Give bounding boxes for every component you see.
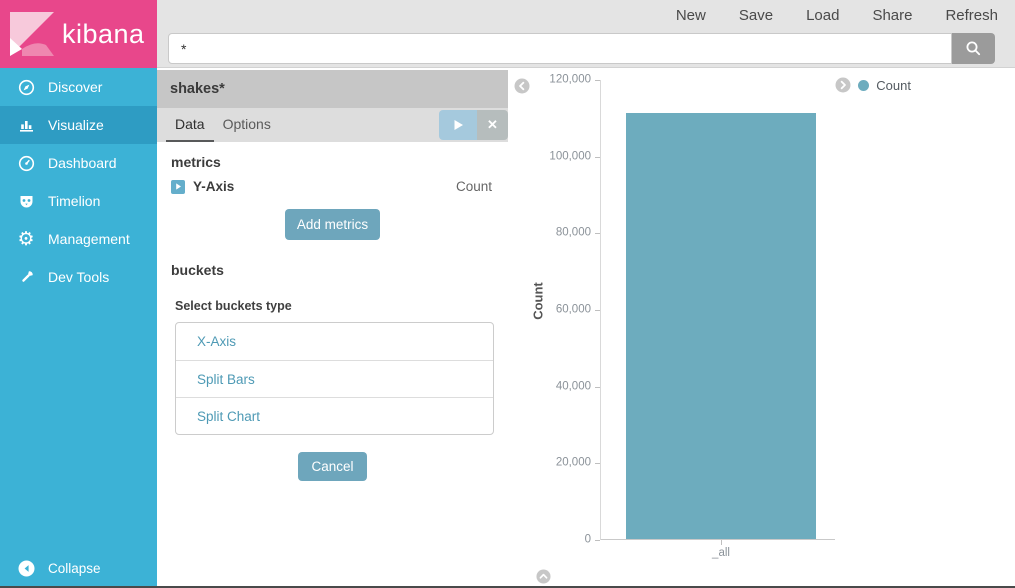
kibana-logo-icon xyxy=(10,12,54,56)
timelion-icon xyxy=(17,193,35,210)
search-input[interactable] xyxy=(168,33,952,64)
cancel-button[interactable]: Cancel xyxy=(298,452,366,481)
x-axis-line xyxy=(601,539,835,540)
search-bar xyxy=(168,33,995,64)
search-button[interactable] xyxy=(952,33,995,64)
play-icon xyxy=(452,119,464,131)
wrench-icon xyxy=(17,269,35,286)
menu-save[interactable]: Save xyxy=(739,7,773,24)
menu-share[interactable]: Share xyxy=(872,7,912,24)
buckets-heading: buckets xyxy=(171,262,494,278)
search-icon xyxy=(965,40,982,57)
tab-options[interactable]: Options xyxy=(214,108,280,142)
compass-icon xyxy=(17,79,35,96)
vis-editor-panel: shakes* Data Options ✕ metrics xyxy=(157,68,508,588)
collapse-label: Collapse xyxy=(48,561,101,576)
chart-legend: Count xyxy=(835,77,911,93)
legend-swatch[interactable] xyxy=(858,80,869,91)
bucket-type-list: X-Axis Split Bars Split Chart xyxy=(175,322,494,435)
apply-changes-button[interactable] xyxy=(439,110,477,140)
y-tick-mark xyxy=(595,387,600,388)
bucket-option-split-bars[interactable]: Split Bars xyxy=(176,360,493,397)
y-tick-label: 100,000 xyxy=(549,150,591,162)
y-tick-label: 0 xyxy=(585,533,591,545)
select-buckets-type-label: Select buckets type xyxy=(175,299,494,313)
add-metrics-button[interactable]: Add metrics xyxy=(285,209,380,240)
bucket-option-x-axis[interactable]: X-Axis xyxy=(176,323,493,360)
menu-load[interactable]: Load xyxy=(806,7,839,24)
vis-title: shakes* xyxy=(170,81,225,97)
bar-chart-icon xyxy=(17,117,35,134)
kibana-brand[interactable]: kibana xyxy=(0,0,157,68)
y-tick-mark xyxy=(595,310,600,311)
editor-content: metrics Y-Axis Count Add metrics buckets… xyxy=(157,142,508,481)
sidebar-nav: Discover Visualize Dashboard Timelion xyxy=(0,68,157,296)
y-tick-label: 20,000 xyxy=(556,457,591,469)
sidebar-item-management[interactable]: ⚙ Management xyxy=(0,220,157,258)
y-tick-label: 120,000 xyxy=(549,73,591,85)
chevron-right-icon xyxy=(175,183,182,190)
sidebar-item-dashboard[interactable]: Dashboard xyxy=(0,144,157,182)
metric-label: Y-Axis xyxy=(193,179,234,194)
gauge-icon xyxy=(17,155,35,172)
vis-title-bar: shakes* xyxy=(157,70,508,108)
sidebar-item-dev-tools[interactable]: Dev Tools xyxy=(0,258,157,296)
y-axis-title: Count xyxy=(531,282,546,320)
x-tick-label: _all xyxy=(712,547,730,559)
topbar-menu: New Save Load Share Refresh xyxy=(676,7,998,24)
collapse-editor-icon[interactable] xyxy=(514,78,530,94)
collapse-legend-icon[interactable] xyxy=(835,77,851,93)
metric-value: Count xyxy=(456,179,494,194)
sidebar-item-discover[interactable]: Discover xyxy=(0,68,157,106)
gear-icon: ⚙ xyxy=(17,231,35,248)
kibana-app: kibana Discover Visualize Dashboard xyxy=(0,0,1015,588)
sidebar-item-visualize[interactable]: Visualize xyxy=(0,106,157,144)
sidebar-item-label: Dev Tools xyxy=(48,269,109,285)
chart-panel: Count Count _all 020,00040,00060,00080,0… xyxy=(508,68,1015,588)
topbar: New Save Load Share Refresh xyxy=(157,0,1015,68)
y-tick-label: 80,000 xyxy=(556,227,591,239)
bucket-option-split-chart[interactable]: Split Chart xyxy=(176,397,493,434)
editor-tab-bar: Data Options ✕ xyxy=(157,108,508,142)
editor-action-buttons: ✕ xyxy=(439,110,508,140)
close-icon: ✕ xyxy=(487,117,498,133)
y-tick-mark xyxy=(595,233,600,234)
y-tick-label: 60,000 xyxy=(556,303,591,315)
collapse-left-icon xyxy=(17,560,35,577)
sidebar-collapse-button[interactable]: Collapse xyxy=(0,550,157,586)
collapse-bottom-icon[interactable] xyxy=(536,569,551,584)
sidebar-item-label: Dashboard xyxy=(48,155,117,171)
sidebar-item-label: Discover xyxy=(48,79,102,95)
sidebar: kibana Discover Visualize Dashboard xyxy=(0,0,157,588)
sidebar-item-label: Management xyxy=(48,231,130,247)
plot: _all 020,00040,00060,00080,000100,000120… xyxy=(600,80,835,540)
y-tick-mark xyxy=(595,463,600,464)
menu-refresh[interactable]: Refresh xyxy=(945,7,998,24)
discard-changes-button[interactable]: ✕ xyxy=(477,110,508,140)
brand-wordmark: kibana xyxy=(62,19,145,50)
metrics-heading: metrics xyxy=(171,154,494,170)
tab-data[interactable]: Data xyxy=(166,108,214,142)
menu-new[interactable]: New xyxy=(676,7,706,24)
y-tick-mark xyxy=(595,80,600,81)
y-tick-label: 40,000 xyxy=(556,380,591,392)
y-tick-mark xyxy=(595,540,600,541)
sidebar-item-label: Visualize xyxy=(48,117,104,133)
legend-label[interactable]: Count xyxy=(876,78,911,93)
x-tick-mark xyxy=(721,540,722,545)
expand-metric-button[interactable] xyxy=(171,180,185,194)
y-tick-mark xyxy=(595,157,600,158)
sidebar-item-timelion[interactable]: Timelion xyxy=(0,182,157,220)
bar[interactable] xyxy=(626,113,816,540)
metric-row-y-axis[interactable]: Y-Axis Count xyxy=(171,179,494,194)
sidebar-item-label: Timelion xyxy=(48,193,100,209)
